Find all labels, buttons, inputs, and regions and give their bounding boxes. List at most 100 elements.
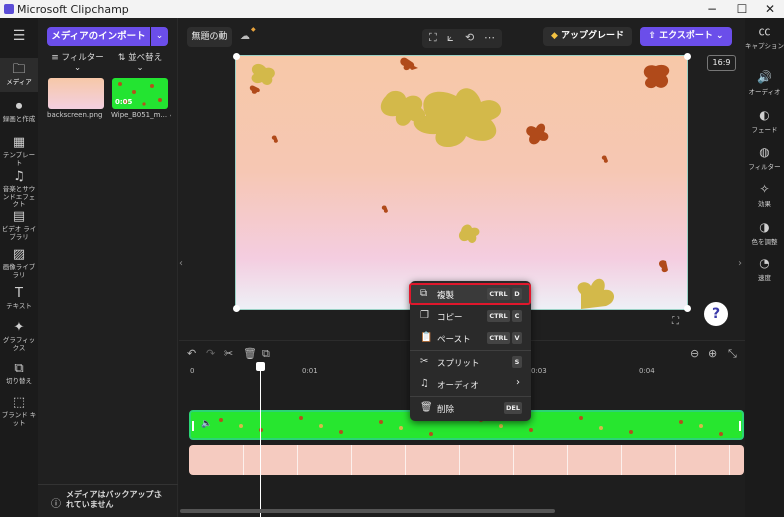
media-thumbnail-backscreen[interactable]: [48, 78, 104, 109]
upgrade-button[interactable]: ◆ アップグレード: [543, 27, 632, 46]
rail-item-media[interactable]: 🗀 メディア: [0, 58, 38, 92]
minimize-button[interactable]: −: [697, 0, 727, 18]
rail-item-graphics[interactable]: ✦ グラフィックス: [0, 321, 38, 352]
brand-kit-icon: ⬚: [12, 395, 26, 410]
resize-handle-tl[interactable]: [233, 53, 240, 60]
delete-icon[interactable]: 🗑: [243, 347, 257, 360]
redo-icon[interactable]: ↷: [206, 347, 215, 360]
rail-item-effects[interactable]: ✧ 効果: [745, 182, 784, 208]
trim-handle-right[interactable]: [739, 421, 741, 431]
timeline-scrollbar[interactable]: [180, 509, 555, 513]
preview-toolbar: ⛶ ⟀ ⟲ ⋯: [422, 29, 502, 48]
collapse-left-icon[interactable]: ‹: [179, 258, 183, 269]
resize-handle-bl[interactable]: [233, 305, 240, 312]
music-icon: ♫: [13, 169, 25, 184]
collapse-right-icon[interactable]: ›: [738, 258, 742, 269]
rail-item-record[interactable]: ⏺ 録画と作成: [0, 100, 38, 124]
duplicate-icon: ⧉: [420, 288, 428, 299]
sort-button[interactable]: ⇅ 並べ替え ⌄: [114, 53, 166, 73]
chevron-down-icon: ⌄: [155, 31, 164, 41]
aspect-ratio-button[interactable]: 16:9: [707, 55, 736, 71]
playhead[interactable]: [260, 365, 261, 517]
undo-icon[interactable]: ↶: [187, 347, 196, 360]
trim-handle-left[interactable]: [192, 421, 194, 431]
rail-item-templates[interactable]: ▦ テンプレート: [0, 136, 38, 167]
resize-handle-br[interactable]: [684, 305, 691, 312]
speaker-icon[interactable]: 🔈: [201, 419, 212, 429]
window-title: Microsoft Clipchamp: [17, 3, 129, 16]
maximize-button[interactable]: ☐: [727, 0, 757, 18]
rail-item-music[interactable]: ♫ 音楽とサウンドエフェクト: [0, 170, 38, 209]
backup-notice[interactable]: ⓘ メディアはバックアップされていません ⌃: [38, 484, 178, 517]
more-icon[interactable]: ⋯: [484, 31, 495, 44]
filter-button[interactable]: ≡ フィルター ⌄: [50, 53, 105, 73]
crop-icon[interactable]: ⟀: [447, 31, 454, 45]
menu-item-duplicate[interactable]: ⧉ 複製 CTRL D: [409, 283, 531, 305]
import-dropdown-button[interactable]: ⌄: [151, 27, 168, 46]
text-icon: T: [15, 286, 23, 301]
speed-icon: ◔: [759, 256, 770, 270]
rail-item-audio[interactable]: 🔊 オーディオ: [745, 70, 784, 96]
effects-icon: ✧: [759, 182, 770, 196]
resize-handle-tr[interactable]: [684, 53, 691, 60]
playhead-handle[interactable]: [256, 362, 265, 371]
fit-icon[interactable]: ⛶: [429, 31, 437, 45]
fade-icon: ◐: [759, 108, 770, 122]
rail-item-fade[interactable]: ◐ フェード: [745, 108, 784, 134]
image-clip-backscreen[interactable]: [189, 445, 744, 475]
rail-item-captions[interactable]: ㏄キャプション: [745, 24, 784, 50]
trash-icon: 🗑: [420, 402, 433, 413]
fullscreen-icon[interactable]: ⛶: [672, 316, 679, 327]
chevron-up-icon: ⌃: [156, 494, 164, 504]
upload-icon: ⇧: [648, 31, 656, 41]
import-media-button[interactable]: メディアのインポート: [47, 27, 150, 46]
chevron-down-icon: ⌄: [716, 31, 724, 41]
zoom-in-icon[interactable]: ⊕: [708, 347, 717, 360]
folder-icon: 🗀: [12, 62, 26, 77]
project-title[interactable]: 無題の動: [187, 27, 232, 47]
rotate-icon[interactable]: ⟲: [465, 31, 474, 44]
copy-icon: ❐: [420, 310, 429, 321]
graphics-icon: ✦: [13, 320, 25, 335]
rail-item-transitions[interactable]: ⧉ 切り替え: [0, 362, 38, 386]
paste-icon: 📋: [420, 332, 433, 343]
rail-item-speed[interactable]: ◔ 速度: [745, 256, 784, 282]
export-button[interactable]: ⇧ エクスポート ⌄: [640, 27, 732, 46]
rail-item-filters[interactable]: ◍ フィルター: [745, 145, 784, 171]
falling-leaves: [249, 57, 670, 309]
filter-icon: ≡: [51, 53, 59, 63]
image-icon: ▨: [12, 247, 26, 262]
video-preview[interactable]: [235, 55, 688, 310]
camera-icon: ⏺: [15, 99, 23, 114]
scissors-icon: ✂: [420, 356, 429, 367]
app-icon: [4, 4, 14, 14]
rail-item-video-library[interactable]: ▤ ビデオ ライブラリ: [0, 210, 38, 241]
menu-icon[interactable]: ☰: [0, 28, 38, 46]
split-icon[interactable]: ✂: [224, 347, 233, 360]
menu-item-copy[interactable]: ❐ コピー CTRL C: [410, 305, 531, 327]
chevron-right-icon: ›: [516, 377, 520, 388]
diamond-icon: ◆: [550, 31, 558, 41]
media-thumbnail-wipe[interactable]: 0:05: [112, 78, 168, 109]
rail-item-text[interactable]: T テキスト: [0, 287, 38, 311]
menu-item-split[interactable]: ✂ スプリット S: [410, 351, 531, 373]
menu-item-delete[interactable]: 🗑 削除 DEL: [410, 397, 531, 419]
media-label-wipe: Wipe_B051_m... ✓: [111, 111, 171, 119]
fit-timeline-icon[interactable]: ⤡: [728, 347, 737, 361]
close-button[interactable]: ✕: [755, 0, 784, 18]
template-icon: ▦: [12, 135, 26, 150]
rail-item-image-library[interactable]: ▨ 画像ライブラリ: [0, 248, 38, 279]
sort-icon: ⇅: [117, 53, 126, 63]
zoom-out-icon[interactable]: ⊖: [690, 347, 699, 360]
duration-badge: 0:05: [115, 98, 133, 106]
menu-item-paste[interactable]: 📋 ペースト CTRL V: [410, 327, 531, 349]
premium-icon: ◆: [251, 26, 256, 33]
help-button[interactable]: ?: [704, 302, 728, 326]
rail-item-brand-kit[interactable]: ⬚ ブランド キット: [0, 396, 38, 427]
duplicate-icon[interactable]: ⧉: [262, 347, 270, 361]
right-rail: ㏄キャプション 🔊 オーディオ ◐ フェード ◍ フィルター ✧ 効果 ◑ 色を調整 ◔ 速…: [745, 18, 784, 517]
music-icon: ♫: [420, 378, 429, 389]
menu-item-audio[interactable]: ♫ オーディオ ›: [410, 373, 531, 395]
rail-item-color[interactable]: ◑ 色を調整: [745, 220, 784, 246]
speaker-icon: 🔊: [757, 70, 772, 84]
